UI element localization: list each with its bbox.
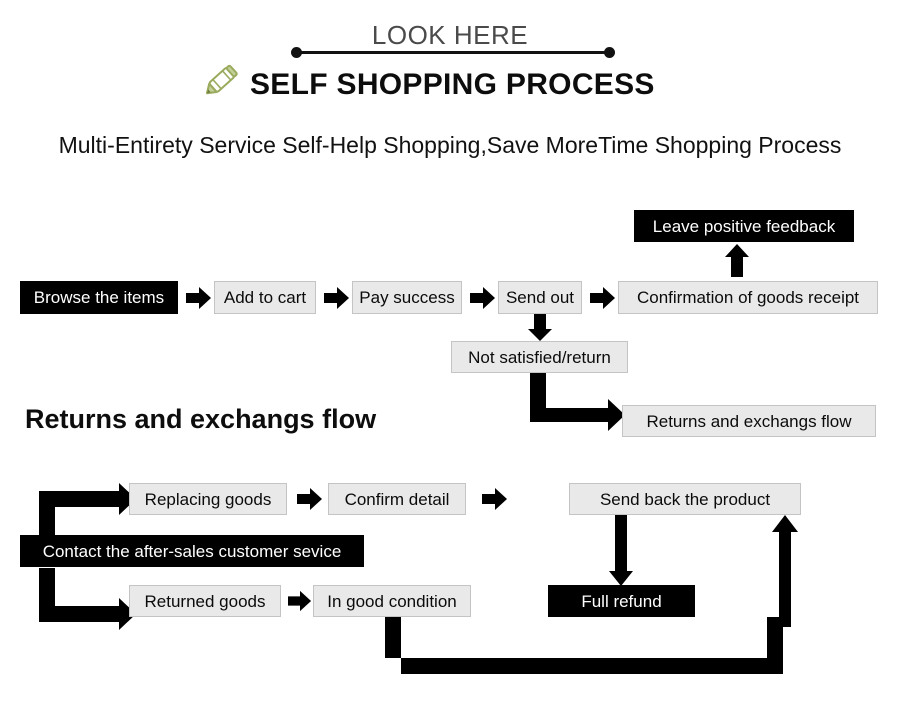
flowchart-canvas: LOOK HERE SELF SHOPPING PROCESS Multi-En… (0, 0, 900, 713)
arrow-down-icon (608, 515, 634, 592)
node-returns-and-exchangs-flow[interactable]: Returns and exchangs flow (622, 405, 876, 437)
node-pay-success[interactable]: Pay success (352, 281, 462, 314)
node-send-back-the-product[interactable]: Send back the product (569, 483, 801, 515)
node-send-out[interactable]: Send out (498, 281, 582, 314)
pencil-icon (198, 60, 246, 100)
node-in-good-condition[interactable]: In good condition (313, 585, 471, 617)
node-returned-goods[interactable]: Returned goods (129, 585, 281, 617)
node-browse-the-items[interactable]: Browse the items (20, 281, 178, 314)
arrow-right-icon (297, 487, 323, 516)
page-title: SELF SHOPPING PROCESS (250, 68, 655, 101)
node-replacing-goods[interactable]: Replacing goods (129, 483, 287, 515)
arrow-right-icon (324, 286, 350, 315)
eyebrow-text: LOOK HERE (371, 20, 529, 50)
arrow-right-icon (590, 286, 616, 315)
rule-dot-right-icon (604, 47, 615, 58)
rule-line (296, 51, 610, 54)
node-leave-positive-feedback[interactable]: Leave positive feedback (634, 210, 854, 242)
page-subtitle: Multi-Entirety Service Self-Help Shoppin… (58, 132, 842, 158)
node-add-to-cart[interactable]: Add to cart (214, 281, 316, 314)
header-rule (291, 47, 615, 59)
elbow-down-right-arrow-icon (522, 373, 626, 436)
arrow-up-icon (767, 515, 803, 632)
arrow-right-icon (482, 487, 508, 516)
arrow-right-icon (470, 286, 496, 315)
loop-down-right-up-arrow-icon (385, 617, 805, 697)
arrow-right-icon (288, 589, 312, 618)
arrow-up-icon (724, 244, 750, 283)
node-contact-after-sales-customer-sevice[interactable]: Contact the after-sales customer sevice (20, 535, 364, 567)
node-confirm-detail[interactable]: Confirm detail (328, 483, 466, 515)
node-not-satisfied-return[interactable]: Not satisfied/return (451, 341, 628, 373)
section-heading-returns-flow: Returns and exchangs flow (25, 404, 377, 434)
elbow-down-right-arrow-icon (33, 568, 137, 635)
node-confirmation-of-goods-receipt[interactable]: Confirmation of goods receipt (618, 281, 878, 314)
arrow-right-icon (186, 286, 212, 315)
